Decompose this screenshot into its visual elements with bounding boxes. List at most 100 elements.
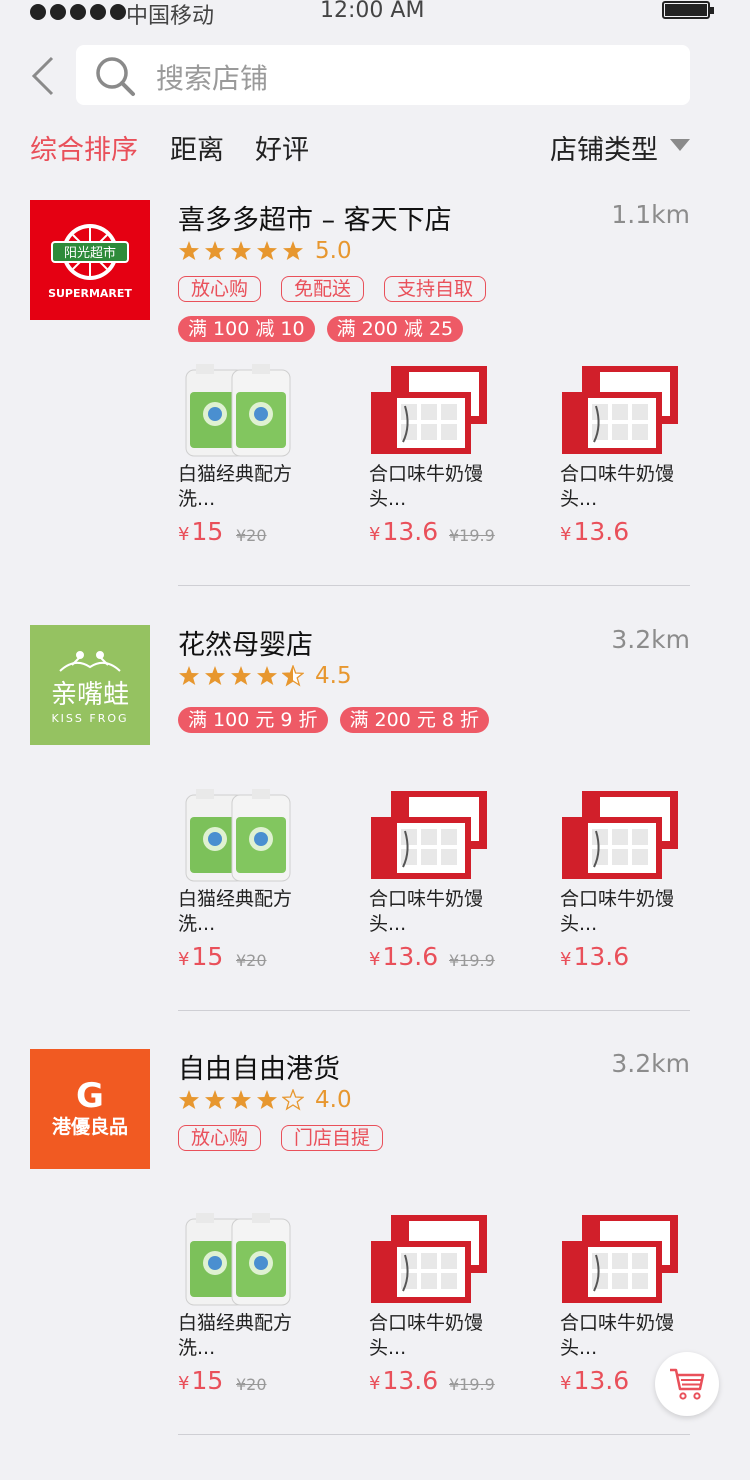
product-image (185, 789, 291, 882)
product-name: 合口味牛奶馒头... (560, 888, 675, 935)
carrier-label: 中国移动 (126, 4, 215, 29)
store-tag: 门店自提 (281, 1125, 384, 1151)
product-price: ¥13.6 (369, 1366, 439, 1395)
product-price: ¥15 (178, 1366, 224, 1395)
store-name[interactable]: 花然母婴店 (178, 623, 313, 662)
rating-stars (178, 240, 305, 262)
product-image (371, 1215, 487, 1303)
store-distance: 1.1km (611, 200, 690, 229)
star-full-icon (283, 241, 303, 260)
search-icon (96, 57, 135, 96)
product-original-price: ¥19.9 (449, 1375, 495, 1394)
product-price: ¥13.6 (369, 942, 439, 971)
svg-text:KISS FROG: KISS FROG (51, 712, 128, 725)
rating-score: 4.5 (315, 663, 352, 689)
store-tag: 放心购 (178, 276, 262, 302)
store-logo[interactable]: G 港優良品 (30, 1049, 150, 1169)
product-image (562, 1215, 678, 1303)
store-logo[interactable]: 亲嘴蛙 KISS FROG (30, 625, 150, 745)
product-item[interactable]: 白猫经典配方洗... ¥15 ¥20 (178, 1211, 358, 1401)
product-price: ¥13.6 (560, 1366, 630, 1395)
svg-text:阳光超市: 阳光超市 (64, 245, 116, 261)
signal-strength-icon (30, 4, 126, 20)
cart-button[interactable] (655, 1352, 719, 1416)
star-full-icon (231, 241, 251, 260)
star-full-icon (257, 1090, 277, 1109)
store-card[interactable]: 阳光超市 SUPERMARET 喜多多超市 – 客天下店 1.1km 5.0 放… (0, 200, 750, 625)
goods-list: 白猫经典配方洗... ¥15 ¥20 合口味牛奶馒头... ¥13.6 ¥19.… (178, 787, 698, 987)
divider (178, 1010, 690, 1011)
product-image (371, 366, 487, 454)
product-price: ¥15 (178, 517, 224, 546)
store-tags: 放心购 免配送 支持自取 (178, 276, 487, 302)
svg-text:亲嘴蛙: 亲嘴蛙 (51, 680, 129, 710)
star-full-icon (205, 1090, 225, 1109)
filter-comprehensive-sort[interactable]: 综合排序 (30, 128, 138, 167)
store-name[interactable]: 喜多多超市 – 客天下店 (178, 198, 452, 237)
store-tag: 放心购 (178, 1125, 262, 1151)
star-full-icon (257, 241, 277, 260)
product-name: 合口味牛奶馒头... (560, 463, 675, 510)
divider (178, 585, 690, 586)
star-empty-icon (282, 1089, 304, 1111)
store-tags: 放心购 门店自提 (178, 1125, 384, 1151)
goods-list: 白猫经典配方洗... ¥15 ¥20 合口味牛奶馒头... ¥13.6 ¥19.… (178, 1211, 698, 1411)
search-placeholder: 搜索店铺 (156, 62, 269, 95)
product-item[interactable]: 合口味牛奶馒头... ¥13.6 ¥19.9 (369, 362, 549, 552)
filter-bar: 综合排序 距离 好评 店铺类型 (0, 128, 750, 170)
store-logo[interactable]: 阳光超市 SUPERMARET (30, 200, 150, 320)
svg-text:港優良品: 港優良品 (52, 1115, 128, 1138)
divider (178, 1434, 690, 1435)
product-image (185, 364, 291, 457)
filter-rating[interactable]: 好评 (255, 128, 309, 167)
product-item[interactable]: 白猫经典配方洗... ¥15 ¥20 (178, 787, 358, 977)
star-full-icon (205, 241, 225, 260)
product-price: ¥13.6 (369, 517, 439, 546)
store-tag: 支持自取 (384, 276, 487, 302)
star-half-icon (282, 665, 304, 687)
store-promos: 满 100 元 9 折 满 200 元 8 折 (178, 707, 490, 733)
product-name: 合口味牛奶馒头... (369, 1312, 484, 1359)
store-card[interactable]: 亲嘴蛙 KISS FROG 花然母婴店 3.2km 4.5 满 100 元 9 … (0, 625, 750, 1050)
product-item[interactable]: 白猫经典配方洗... ¥15 ¥20 (178, 362, 358, 552)
star-full-icon (179, 241, 199, 260)
promo-badge: 满 100 减 10 (178, 316, 315, 342)
store-distance: 3.2km (611, 625, 690, 654)
product-price: ¥15 (178, 942, 224, 971)
product-item[interactable]: 合口味牛奶馒头... ¥13.6 ¥19.9 (369, 787, 549, 977)
goods-list: 白猫经典配方洗... ¥15 ¥20 合口味牛奶馒头... ¥13.6 ¥19.… (178, 362, 698, 562)
store-promos: 满 100 减 10 满 200 减 25 (178, 316, 464, 342)
product-original-price: ¥19.9 (449, 951, 495, 970)
store-rating: 4.0 (178, 1087, 352, 1113)
svg-text:SUPERMARET: SUPERMARET (48, 287, 132, 300)
store-name[interactable]: 自由自由港货 (178, 1047, 340, 1086)
product-image (562, 366, 678, 454)
store-card[interactable]: G 港優良品 自由自由港货 3.2km 4.0 放心购 门店自提 白猫经典配方洗… (0, 1049, 750, 1474)
product-item[interactable]: 合口味牛奶馒头... ¥13.6 (560, 787, 740, 977)
product-price: ¥13.6 (560, 942, 630, 971)
star-full-icon (257, 666, 277, 685)
store-distance: 3.2km (611, 1049, 690, 1078)
product-item[interactable]: 合口味牛奶馒头... ¥13.6 (560, 362, 740, 552)
product-image (562, 791, 678, 879)
product-name: 白猫经典配方洗... (178, 463, 293, 510)
filter-distance[interactable]: 距离 (170, 128, 224, 167)
star-full-icon (231, 1090, 251, 1109)
rating-stars (178, 1089, 305, 1111)
filter-store-type[interactable]: 店铺类型 (550, 128, 658, 167)
back-button[interactable] (28, 56, 68, 96)
product-item[interactable]: 合口味牛奶馒头... ¥13.6 ¥19.9 (369, 1211, 549, 1401)
product-original-price: ¥20 (236, 1375, 267, 1394)
rating-score: 5.0 (315, 238, 352, 264)
cart-icon (670, 1368, 705, 1400)
search-input[interactable]: 搜索店铺 (76, 45, 690, 105)
product-name: 合口味牛奶馒头... (369, 888, 484, 935)
triangle-down-icon[interactable] (670, 139, 690, 151)
store-rating: 4.5 (178, 663, 352, 689)
product-name: 白猫经典配方洗... (178, 1312, 293, 1359)
battery-icon (662, 1, 714, 19)
product-original-price: ¥19.9 (449, 526, 495, 545)
status-bar: 中国移动 12:00 AM (0, 0, 750, 29)
product-name: 白猫经典配方洗... (178, 888, 293, 935)
promo-badge: 满 100 元 9 折 (178, 707, 328, 733)
